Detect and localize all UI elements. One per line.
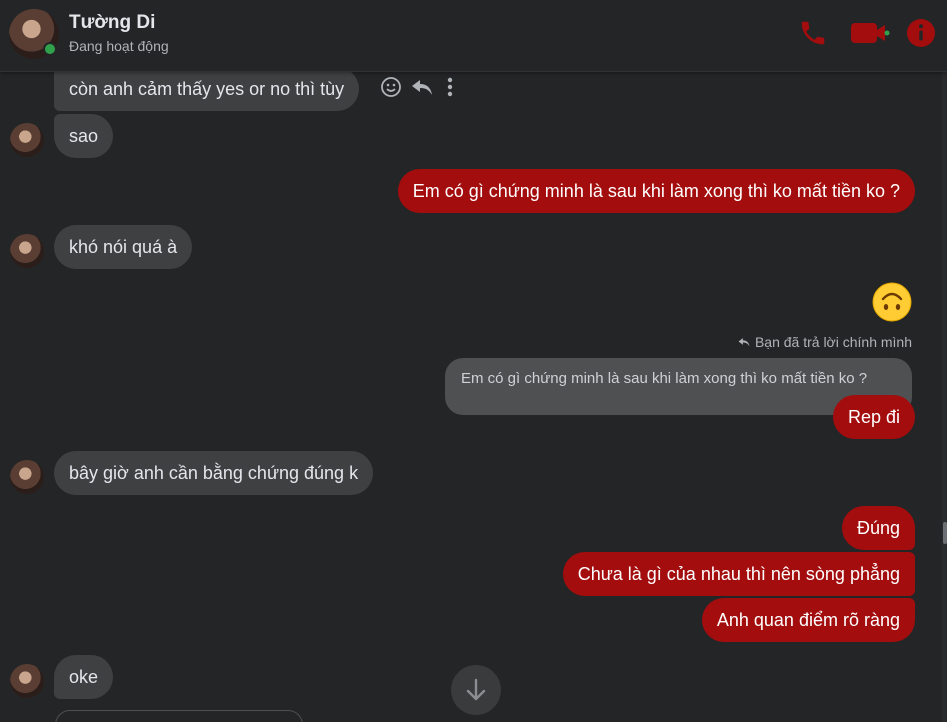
contact-avatar-small[interactable] [10, 234, 44, 268]
contact-avatar-small[interactable] [10, 123, 44, 157]
more-options-icon[interactable] [446, 76, 454, 98]
contact-avatar-small[interactable] [10, 664, 44, 698]
contact-avatar-small[interactable] [10, 460, 44, 494]
message-outgoing[interactable]: Rep đi [832, 395, 915, 439]
info-icon[interactable] [906, 18, 936, 48]
scrollbar-thumb[interactable] [943, 522, 947, 544]
message-outgoing[interactable]: Đúng [841, 506, 915, 550]
upside-down-face-emoji[interactable] [872, 282, 912, 322]
scroll-to-bottom-button[interactable] [451, 665, 501, 715]
message-incoming[interactable]: oke [54, 655, 114, 699]
reply-icon [738, 338, 750, 347]
message-outgoing[interactable]: Em có gì chứng minh là sau khi làm xong … [397, 169, 915, 213]
reply-icon[interactable] [410, 76, 434, 98]
next-message-peek [55, 710, 303, 722]
arrow-down-icon [466, 678, 486, 701]
message-incoming[interactable]: còn anh cảm thấy yes or no thì tùy [54, 67, 360, 111]
message-incoming[interactable]: bây giờ anh cần bằng chứng đúng k [54, 451, 374, 495]
reply-meta-text: Bạn đã trả lời chính mình [754, 334, 912, 350]
reply-meta: Bạn đã trả lời chính mình [737, 334, 912, 350]
message-outgoing[interactable]: Chưa là gì của nhau thì nên sòng phẳng [562, 552, 915, 596]
contact-status: Đang hoạt động [69, 38, 169, 54]
phone-icon[interactable] [798, 18, 828, 48]
message-incoming[interactable]: khó nói quá à [54, 225, 193, 269]
message-outgoing[interactable]: Anh quan điểm rõ ràng [701, 598, 915, 642]
online-status-dot [43, 42, 57, 56]
video-call-icon[interactable] [849, 18, 891, 48]
emoji-react-icon[interactable] [380, 76, 402, 98]
contact-name[interactable]: Tường Di [69, 12, 155, 34]
chat-header: Tường Di Đang hoạt động [0, 0, 947, 72]
message-incoming[interactable]: sao [54, 114, 114, 158]
scrollbar[interactable] [942, 72, 947, 722]
